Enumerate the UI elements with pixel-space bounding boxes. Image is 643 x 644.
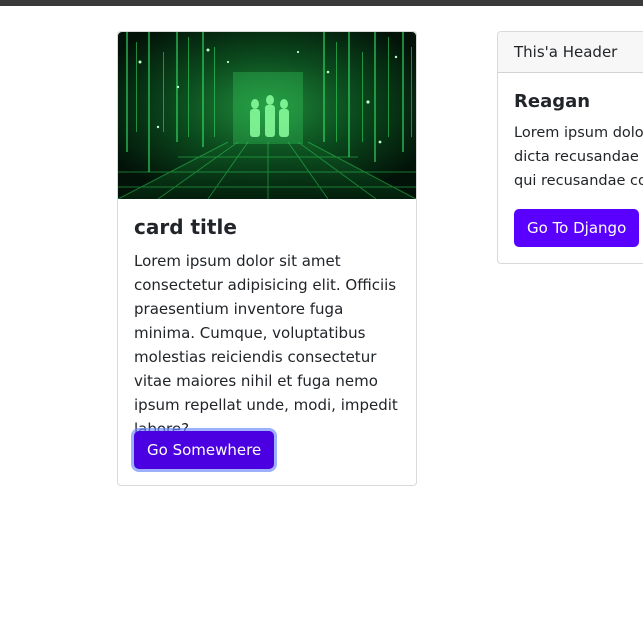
card-text: Lorem ipsum dolor sit amet consectetur a… [134,252,398,438]
card-text-line: dicta recusandae i [514,149,643,165]
window-top-bar [0,0,643,6]
card-reagan: This'a Header Reagan Lorem ipsum dolo di… [497,31,643,264]
card-image [118,32,416,199]
card-text-line: Lorem ipsum dolo [514,125,643,141]
card-reagan-clip: This'a Header Reagan Lorem ipsum dolo di… [497,31,643,264]
card-title: card title [134,215,237,239]
card-body: Reagan Lorem ipsum dolo dicta recusandae… [498,73,643,193]
go-to-django-button[interactable]: Go To Django [514,209,640,247]
card-text-line: qui recusandae co [514,173,643,189]
card-title: Reagan [514,91,591,112]
card-body: card title Lorem ipsum dolor sit amet co… [118,199,416,441]
go-somewhere-button[interactable]: Go Somewhere [134,431,275,469]
card-header: This'a Header [498,32,643,73]
card-text: Lorem ipsum dolo dicta recusandae i qui … [514,121,643,193]
card-matrix: card title Lorem ipsum dolor sit amet co… [117,31,417,486]
